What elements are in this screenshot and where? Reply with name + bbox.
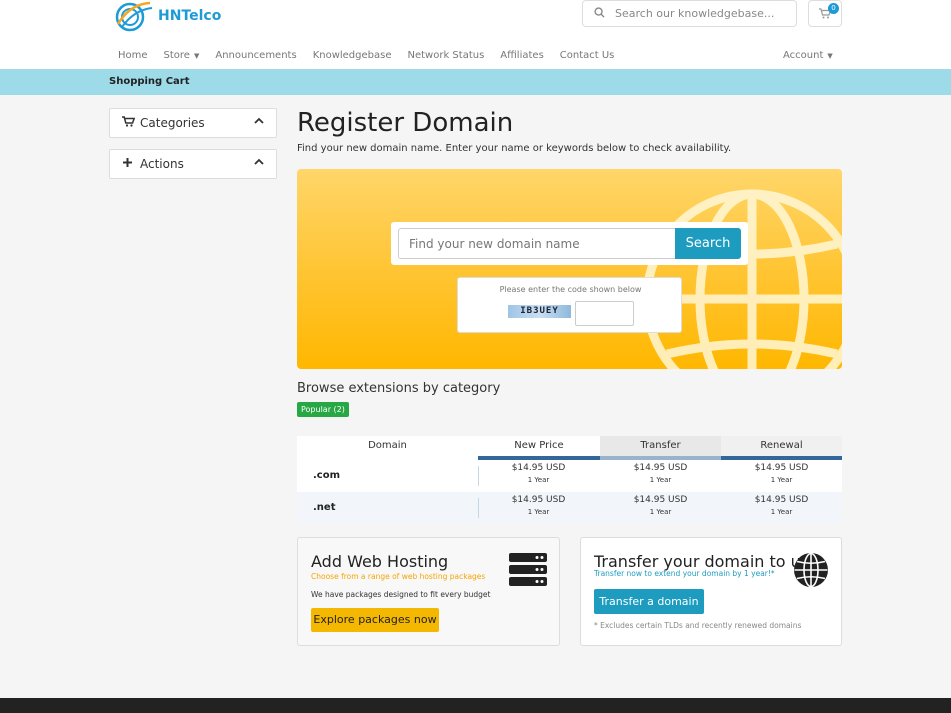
cart-button[interactable]: 0 xyxy=(808,0,842,27)
sidebar-panel-actions[interactable]: Actions xyxy=(109,149,277,179)
page-title: Register Domain xyxy=(297,108,514,138)
captcha-box: Please enter the code shown below IB3UEY xyxy=(457,277,682,333)
transfer-promo-note: * Excludes certain TLDs and recently ren… xyxy=(594,621,802,630)
browse-extensions-title: Browse extensions by category xyxy=(297,381,501,396)
col-renewal: Renewal xyxy=(721,436,842,460)
col-transfer: Transfer xyxy=(600,436,721,460)
transfer-price-cell: $14.95 USD 1 Year xyxy=(600,495,721,516)
tld-name: .com xyxy=(313,470,341,481)
domain-search-box: Search xyxy=(391,222,748,265)
logo-icon xyxy=(115,1,153,32)
account-label: Account xyxy=(783,50,824,61)
new-price-cell: $14.95 USD 1 Year xyxy=(478,463,599,484)
renewal-price-cell: $14.95 USD 1 Year xyxy=(721,495,842,516)
nav-announcements[interactable]: Announcements xyxy=(207,44,304,68)
renewal-price-cell: $14.95 USD 1 Year xyxy=(721,463,842,484)
transfer-domain-button[interactable]: Transfer a domain xyxy=(594,589,704,614)
globe-icon xyxy=(642,189,842,369)
captcha-input[interactable] xyxy=(575,301,634,326)
nav-affiliates[interactable]: Affiliates xyxy=(492,44,551,68)
knowledgebase-search xyxy=(582,0,797,27)
pricing-table: Domain New Price Transfer Renewal .com $… xyxy=(297,436,842,524)
nav-store[interactable]: Store ▼ xyxy=(156,44,208,68)
web-hosting-promo: Add Web Hosting Choose from a range of w… xyxy=(297,537,560,646)
period: 1 Year xyxy=(527,508,550,516)
brand-name: HNTelco xyxy=(158,8,222,24)
domain-search-button[interactable]: Search xyxy=(675,228,741,259)
nav-home[interactable]: Home xyxy=(110,44,156,68)
chevron-up-icon[interactable] xyxy=(254,157,264,167)
period: 1 Year xyxy=(527,476,550,484)
domain-search-input[interactable] xyxy=(398,228,675,259)
category-popular-badge[interactable]: Popular (2) xyxy=(297,402,349,417)
captcha-image: IB3UEY xyxy=(508,305,571,318)
globe-icon xyxy=(794,552,828,588)
new-price-cell: $14.95 USD 1 Year xyxy=(478,495,599,516)
cart-icon xyxy=(122,116,136,130)
col-domain: Domain xyxy=(297,436,478,460)
logo[interactable]: HNTelco xyxy=(110,0,222,32)
caret-down-icon: ▼ xyxy=(193,52,200,60)
nav-knowledgebase[interactable]: Knowledgebase xyxy=(305,44,400,68)
tld-name: .net xyxy=(313,502,336,513)
plus-icon xyxy=(122,157,136,171)
period: 1 Year xyxy=(770,508,793,516)
server-icon xyxy=(509,553,547,586)
table-header: Domain New Price Transfer Renewal xyxy=(297,436,842,460)
period: 1 Year xyxy=(649,508,672,516)
breadcrumb: Shopping Cart xyxy=(0,69,951,95)
site-footer xyxy=(0,698,951,713)
col-new-price: New Price xyxy=(478,436,600,460)
knowledgebase-search-input[interactable] xyxy=(615,7,785,20)
transfer-promo-tagline: Transfer now to extend your domain by 1 … xyxy=(594,569,775,578)
period: 1 Year xyxy=(770,476,793,484)
price: $14.95 USD xyxy=(633,463,688,473)
chevron-up-icon[interactable] xyxy=(254,116,264,126)
search-icon xyxy=(583,6,615,21)
nav-store-label: Store xyxy=(163,50,190,61)
breadcrumb-current: Shopping Cart xyxy=(109,76,190,87)
sidebar-panel-categories[interactable]: Categories xyxy=(109,108,277,138)
price: $14.95 USD xyxy=(511,495,566,505)
price: $14.95 USD xyxy=(511,463,566,473)
nav-contact-us[interactable]: Contact Us xyxy=(552,44,623,68)
period: 1 Year xyxy=(649,476,672,484)
explore-packages-button[interactable]: Explore packages now xyxy=(311,608,439,632)
domain-search-hero xyxy=(297,169,842,369)
transfer-price-cell: $14.95 USD 1 Year xyxy=(600,463,721,484)
table-row: .net $14.95 USD 1 Year $14.95 USD 1 Year $… xyxy=(297,492,842,524)
transfer-domain-promo: Transfer your domain to us Transfer now … xyxy=(580,537,842,646)
price: $14.95 USD xyxy=(754,463,809,473)
price: $14.95 USD xyxy=(633,495,688,505)
page-subtitle: Find your new domain name. Enter your na… xyxy=(297,143,732,154)
hosting-promo-text: We have packages designed to fit every b… xyxy=(311,590,491,599)
account-menu[interactable]: Account ▼ xyxy=(775,44,841,68)
price: $14.95 USD xyxy=(754,495,809,505)
nav-network-status[interactable]: Network Status xyxy=(400,44,493,68)
site-header: HNTelco 0 Home Store▼ Announcements Know… xyxy=(0,0,951,69)
sidebar-panel-label: Categories xyxy=(140,116,205,130)
cart-count-badge: 0 xyxy=(828,3,839,14)
table-row: .com $14.95 USD 1 Year $14.95 USD 1 Year $… xyxy=(297,460,842,492)
hosting-promo-title: Add Web Hosting xyxy=(311,552,449,571)
main-nav: Home Store ▼ Announcements Knowledgebase … xyxy=(110,44,622,68)
caret-down-icon: ▼ xyxy=(827,52,833,60)
hosting-promo-tagline: Choose from a range of web hosting packa… xyxy=(311,572,486,581)
sidebar-panel-label: Actions xyxy=(140,157,184,171)
captcha-prompt: Please enter the code shown below xyxy=(499,285,642,294)
